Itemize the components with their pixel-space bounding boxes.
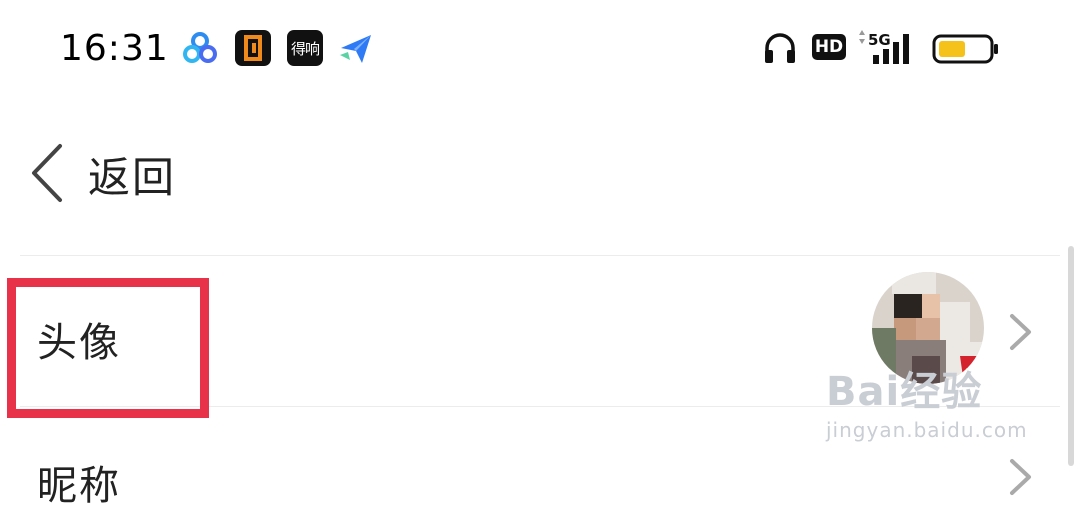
orange-app-icon: [235, 30, 271, 66]
feishu-plane-icon: [340, 35, 371, 63]
highlight-annotation-box: [7, 278, 209, 418]
system-status-icons: HD 5G: [760, 28, 1020, 68]
chevron-right-icon: [1010, 459, 1031, 495]
baidu-jingyan-watermark: Bai经验 jingyan.baidu.com: [826, 372, 1028, 442]
headphone-icon: [765, 33, 795, 63]
signal-5g-icon: 5G: [859, 30, 909, 64]
baidu-netdisk-icon: [183, 32, 217, 63]
status-time: 16:31: [60, 28, 169, 69]
network-type-label: 5G: [868, 31, 891, 49]
back-chevron-icon[interactable]: [28, 142, 68, 204]
watermark-url: jingyan.baidu.com: [826, 418, 1028, 442]
watermark-main: Bai经验: [826, 369, 983, 415]
nickname-label: 昵称: [37, 463, 121, 509]
scrollbar[interactable]: [1068, 246, 1074, 466]
battery-icon: [932, 34, 998, 64]
back-button[interactable]: 返回: [88, 144, 176, 205]
hd-icon: HD: [812, 34, 846, 60]
status-bar: 16:31 得响 HD 5G: [0, 0, 1080, 100]
chevron-right-icon: [1010, 314, 1031, 350]
navigation-bar: 返回: [0, 120, 1080, 230]
avatar[interactable]: [872, 272, 984, 384]
dedao-icon: 得响: [287, 30, 323, 66]
